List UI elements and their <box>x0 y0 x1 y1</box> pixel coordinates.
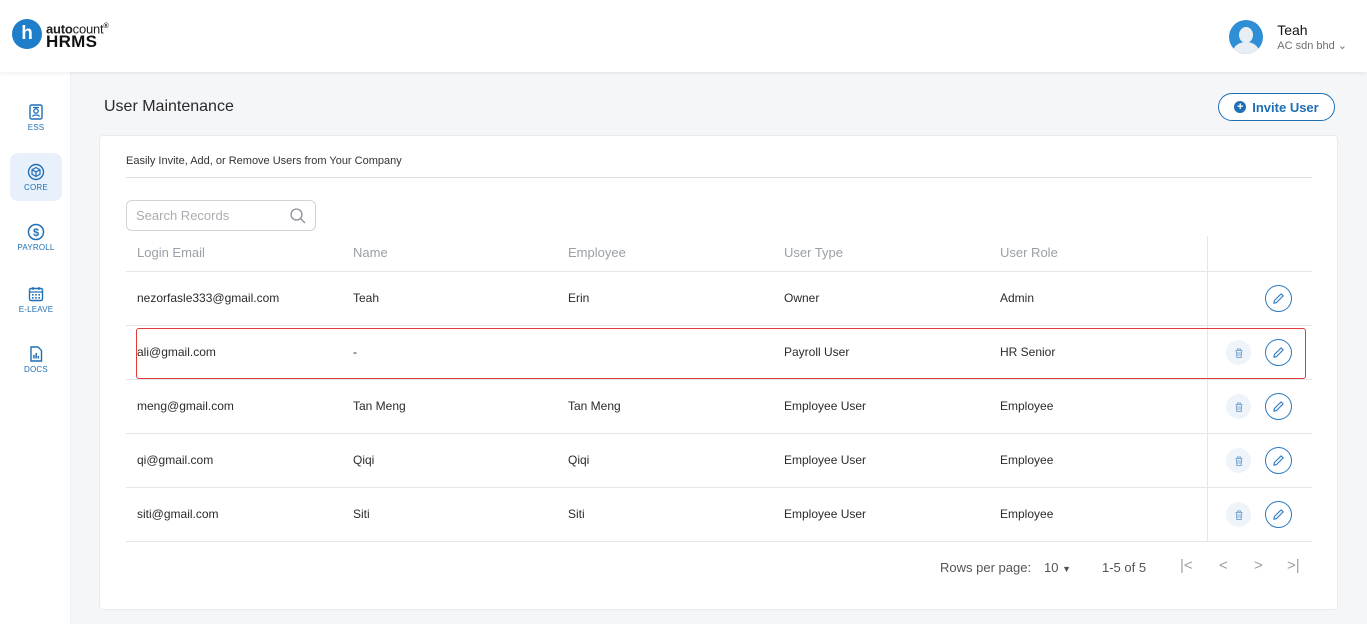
calendar-icon <box>28 286 44 301</box>
cell-employee: Erin <box>568 291 590 305</box>
cell-user-type: Employee User <box>784 399 867 413</box>
column-header-name[interactable]: Name <box>353 245 388 260</box>
cell-user-role: Admin <box>1000 291 1035 305</box>
table-row: siti@gmail.com Siti Siti Employee User E… <box>126 488 1312 542</box>
cell-user-type: Payroll User <box>784 345 850 359</box>
user-name: Teah <box>1277 22 1308 38</box>
sidebar-item-payroll[interactable]: $ PAYROLL <box>10 213 62 261</box>
pencil-icon <box>1273 509 1284 520</box>
first-page-button[interactable]: |< <box>1180 557 1193 574</box>
cell-name: - <box>353 345 357 359</box>
plus-circle-icon: + <box>1234 101 1247 113</box>
trash-icon <box>1235 510 1242 520</box>
sidebar-item-e-leave[interactable]: E-LEAVE <box>10 275 62 323</box>
sidebar-item-label: ESS <box>27 122 45 132</box>
next-page-button[interactable]: > <box>1254 557 1263 574</box>
id-badge-icon <box>29 103 43 120</box>
invite-user-label: Invite User <box>1252 99 1319 115</box>
rows-per-page-select[interactable]: 10 ▼ <box>1044 560 1071 575</box>
edit-button[interactable] <box>1265 501 1292 528</box>
cell-user-type: Employee User <box>784 507 867 521</box>
cell-login-email: nezorfasle333@gmail.com <box>137 291 280 305</box>
cell-name: Teah <box>353 291 380 305</box>
invite-user-button[interactable]: + Invite User <box>1218 93 1335 121</box>
rows-per-page-label: Rows per page: <box>940 560 1032 575</box>
logo-product: HRMS <box>46 32 98 52</box>
delete-button[interactable] <box>1226 394 1251 419</box>
users-card: Easily Invite, Add, or Remove Users from… <box>99 135 1338 610</box>
cell-employee: Tan Meng <box>568 399 621 413</box>
pencil-icon <box>1273 455 1284 466</box>
logo-mark: h <box>12 19 42 49</box>
cell-user-type: Employee User <box>784 453 867 467</box>
chevron-down-icon: ⌄ <box>1337 40 1347 52</box>
trash-icon <box>1235 456 1242 466</box>
sidebar-item-docs[interactable]: DOCS <box>10 335 62 383</box>
search-input[interactable] <box>136 201 286 230</box>
delete-button[interactable] <box>1226 502 1251 527</box>
sidebar-item-core[interactable]: CORE <box>10 153 62 201</box>
dollar-circle-icon: $ <box>27 223 45 240</box>
cell-user-role: HR Senior <box>1000 345 1056 359</box>
table-row: nezorfasle333@gmail.com Teah Erin Owner … <box>126 272 1312 326</box>
delete-button[interactable] <box>1226 448 1251 473</box>
cell-name: Tan Meng <box>353 399 406 413</box>
edit-button[interactable] <box>1265 393 1292 420</box>
cell-user-role: Employee <box>1000 453 1054 467</box>
table-row: qi@gmail.com Qiqi Qiqi Employee User Emp… <box>126 434 1312 488</box>
cell-user-type: Owner <box>784 291 820 305</box>
page-range: 1-5 of 5 <box>1102 560 1147 575</box>
pencil-icon <box>1273 347 1284 358</box>
column-header-login-email[interactable]: Login Email <box>137 245 205 260</box>
cell-user-role: Employee <box>1000 507 1054 521</box>
table-row: ali@gmail.com - Payroll User HR Senior <box>126 326 1312 380</box>
cell-user-role: Employee <box>1000 399 1054 413</box>
sidebar-item-label: DOCS <box>24 364 48 374</box>
user-company[interactable]: AC sdn bhd ⌄ <box>1277 39 1347 52</box>
cell-employee: Qiqi <box>568 453 590 467</box>
search-box[interactable] <box>126 200 316 231</box>
column-header-user-role[interactable]: User Role <box>1000 245 1058 260</box>
cube-icon <box>27 163 45 180</box>
avatar[interactable] <box>1229 20 1264 54</box>
svg-text:$: $ <box>33 227 39 239</box>
edit-button[interactable] <box>1265 447 1292 474</box>
search-icon[interactable] <box>289 207 307 225</box>
cell-login-email: ali@gmail.com <box>137 345 216 359</box>
sidebar-item-label: PAYROLL <box>17 242 55 252</box>
delete-button[interactable] <box>1226 340 1251 365</box>
previous-page-button[interactable]: < <box>1219 557 1228 574</box>
sidebar: ESS CORE $ PAYROLL E-LEAVE DOCS <box>0 72 71 624</box>
last-page-button[interactable]: >| <box>1287 557 1300 574</box>
pencil-icon <box>1273 293 1284 304</box>
table-row: meng@gmail.com Tan Meng Tan Meng Employe… <box>126 380 1312 434</box>
column-header-user-type[interactable]: User Type <box>784 245 843 260</box>
cell-employee: Siti <box>568 507 585 521</box>
column-header-employee[interactable]: Employee <box>568 245 626 260</box>
top-bar: h autocount® HRMS Teah AC sdn bhd ⌄ <box>0 0 1367 72</box>
edit-button[interactable] <box>1265 339 1292 366</box>
cell-login-email: siti@gmail.com <box>137 507 219 521</box>
cell-login-email: qi@gmail.com <box>137 453 214 467</box>
document-chart-icon <box>30 345 43 362</box>
sidebar-item-label: E-LEAVE <box>18 304 54 314</box>
table-header: Login Email Name Employee User Type User… <box>126 236 1312 272</box>
card-subtitle: Easily Invite, Add, or Remove Users from… <box>126 155 402 167</box>
pencil-icon <box>1273 401 1284 412</box>
cell-name: Siti <box>353 507 370 521</box>
edit-button[interactable] <box>1265 285 1292 312</box>
cell-name: Qiqi <box>353 453 375 467</box>
sidebar-item-ess[interactable]: ESS <box>10 93 62 141</box>
trash-icon <box>1235 402 1242 412</box>
page-title: User Maintenance <box>104 98 234 115</box>
caret-down-icon: ▼ <box>1062 564 1072 574</box>
divider <box>126 177 1312 178</box>
cell-login-email: meng@gmail.com <box>137 399 234 413</box>
trash-icon <box>1235 348 1242 358</box>
user-menu[interactable]: Teah AC sdn bhd ⌄ <box>1229 20 1347 54</box>
sidebar-item-label: CORE <box>24 182 48 192</box>
app-logo[interactable]: h autocount® HRMS <box>12 19 109 52</box>
